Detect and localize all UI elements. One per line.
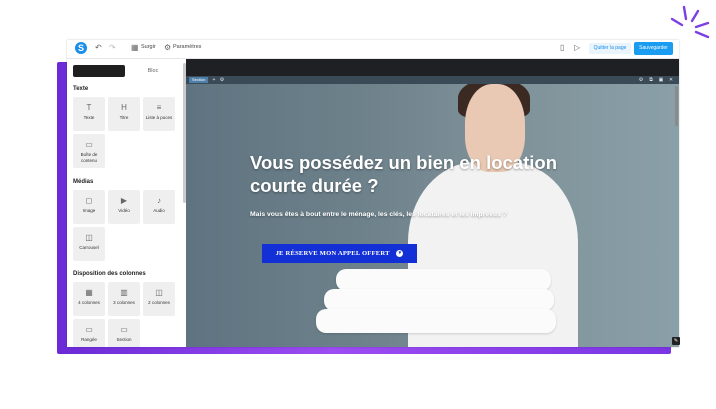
video-icon: ▶ xyxy=(120,196,128,205)
canvas-scrollbar[interactable] xyxy=(675,86,678,126)
app-logo[interactable]: S xyxy=(75,42,87,54)
mobile-preview-icon[interactable]: ▯ xyxy=(560,43,564,52)
tile-titre[interactable]: H Titre xyxy=(108,97,140,131)
surgir-button[interactable]: Surgir xyxy=(141,44,156,50)
tile-image[interactable]: ◻ Image xyxy=(73,190,105,224)
tile-label: Audio xyxy=(153,208,165,213)
tile-3-colonnes[interactable]: ▥ 3 colonnes xyxy=(108,282,140,316)
section-duplicate-icon[interactable]: ⧉ xyxy=(648,77,654,83)
tile-video[interactable]: ▶ Vidéo xyxy=(108,190,140,224)
surgir-icon: ▦ xyxy=(131,43,139,52)
tile-boite-contenu[interactable]: ▭ Boîte de contenu xyxy=(73,134,105,168)
tab-blocks[interactable]: Bloc xyxy=(127,65,179,77)
hero-section[interactable]: Vous possédez un bien en location courte… xyxy=(186,84,679,347)
redo-icon[interactable]: ↷ xyxy=(109,43,116,52)
towel-stack-middle xyxy=(324,289,554,311)
two-columns-icon: ◫ xyxy=(155,288,163,297)
top-toolbar: S ↶ ↷ ▦ Surgir ⚙ Paramètres ▯ ▷ Quitter … xyxy=(67,40,679,59)
tile-texte[interactable]: T Texte xyxy=(73,97,105,131)
hero-title[interactable]: Vous possédez un bien en location courte… xyxy=(250,151,610,197)
tile-label: 2 colonnes xyxy=(148,300,170,305)
tile-label: Carrousel xyxy=(79,245,99,250)
tile-4-colonnes[interactable]: ▦ 4 colonnes xyxy=(73,282,105,316)
editor-canvas: Section + ⚙ ⚙ ⧉ ▣ ✕ Vous possédez un bie… xyxy=(186,59,679,347)
tile-label: 4 colonnes xyxy=(78,300,100,305)
row-icon: ▭ xyxy=(85,325,93,334)
content-box-icon: ▭ xyxy=(85,140,93,149)
section-title-media: Médias xyxy=(73,179,94,185)
three-columns-icon: ▥ xyxy=(120,288,128,297)
tile-label: Image xyxy=(82,208,96,213)
cta-button[interactable]: Je réserve mon appel offert ▾ xyxy=(262,244,417,263)
tile-label: Vidéo xyxy=(118,208,130,213)
four-columns-icon: ▦ xyxy=(85,288,93,297)
section-delete-icon[interactable]: ✕ xyxy=(668,77,674,83)
tile-audio[interactable]: ♪ Audio xyxy=(143,190,175,224)
tile-label: Titre xyxy=(119,115,129,120)
section-title-text: Texte xyxy=(73,86,89,92)
tab-elements[interactable] xyxy=(73,65,125,77)
tile-label: Liste à puces xyxy=(145,115,173,120)
tile-label: Texte xyxy=(83,115,95,120)
blocks-sidebar: Bloc Texte T Texte H Titre ≡ Liste à puc… xyxy=(67,59,187,347)
tile-label: Section xyxy=(116,337,132,342)
section-gear-icon[interactable]: ⚙ xyxy=(638,77,644,83)
section-save-icon[interactable]: ▣ xyxy=(658,77,664,83)
towel-stack-bottom xyxy=(316,309,556,333)
carousel-icon: ◫ xyxy=(85,233,93,242)
cta-label: Je réserve mon appel offert xyxy=(275,250,390,257)
tile-label: 3 colonnes xyxy=(113,300,135,305)
tile-label: Rangée xyxy=(81,337,97,342)
hero-subtitle[interactable]: Mais vous êtes à bout entre le ménage, l… xyxy=(250,211,570,218)
page-builder-window: S ↶ ↷ ▦ Surgir ⚙ Paramètres ▯ ▷ Quitter … xyxy=(67,40,679,347)
text-icon: T xyxy=(86,103,92,112)
tile-label: Boîte de contenu xyxy=(80,152,98,163)
section-icon: ▭ xyxy=(120,325,128,334)
edit-pencil-icon[interactable]: ✎ xyxy=(672,337,680,345)
quit-page-button[interactable]: Quitter la page xyxy=(589,43,631,54)
section-title-columns: Disposition des colonnes xyxy=(73,271,146,277)
section-toolbar xyxy=(186,76,679,84)
settings-gear-icon: ⚙ xyxy=(164,43,172,52)
tile-rangee[interactable]: ▭ Rangée xyxy=(73,319,105,347)
play-preview-icon[interactable]: ▷ xyxy=(574,43,580,52)
image-icon: ◻ xyxy=(85,196,93,205)
audio-icon: ♪ xyxy=(157,196,161,205)
tile-2-colonnes[interactable]: ◫ 2 colonnes xyxy=(143,282,175,316)
section-settings-icon[interactable]: ⚙ xyxy=(219,77,225,83)
undo-icon[interactable]: ↶ xyxy=(95,43,102,52)
heading-icon: H xyxy=(121,103,127,112)
towel-stack-top xyxy=(336,269,551,291)
chevron-down-icon: ▾ xyxy=(396,249,404,257)
section-add-icon[interactable]: + xyxy=(211,77,217,83)
tile-liste[interactable]: ≡ Liste à puces xyxy=(143,97,175,131)
settings-button[interactable]: Paramètres xyxy=(173,44,201,50)
list-icon: ≡ xyxy=(156,103,162,112)
tile-section[interactable]: ▭ Section xyxy=(108,319,140,347)
save-button[interactable]: Sauvegarder xyxy=(634,42,673,55)
section-tag[interactable]: Section xyxy=(189,77,209,83)
tile-carrousel[interactable]: ◫ Carrousel xyxy=(73,227,105,261)
